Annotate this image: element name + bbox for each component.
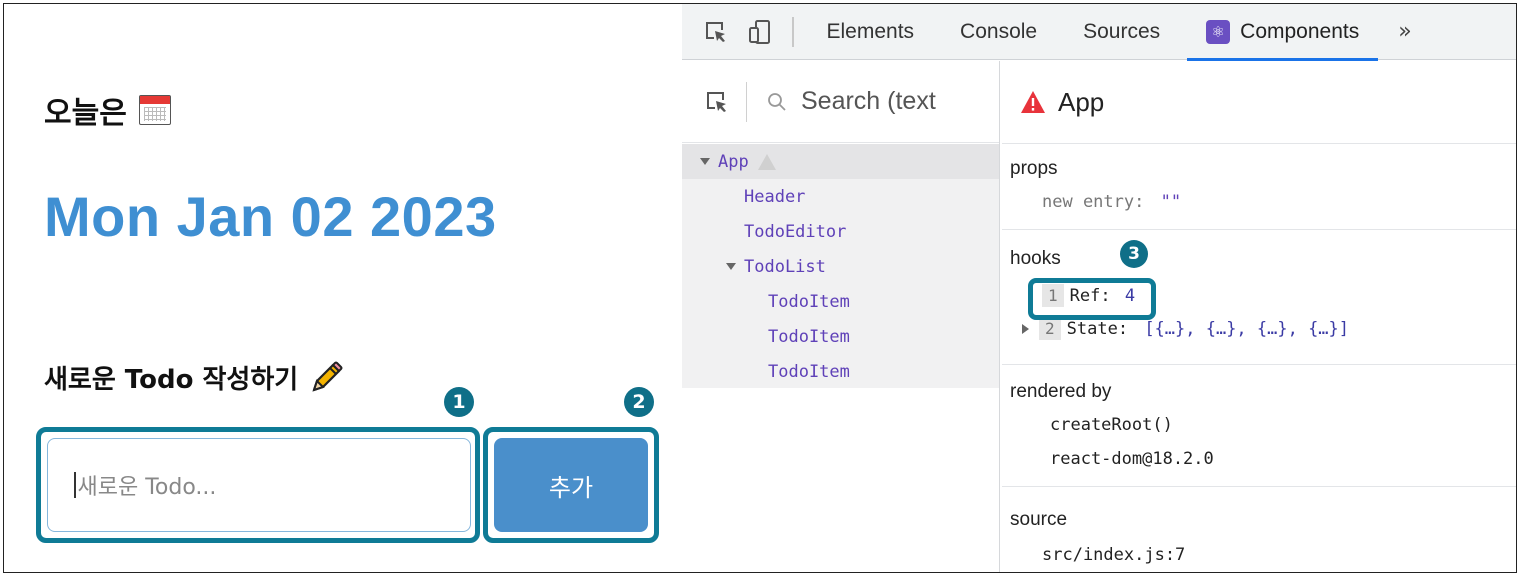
pencil-icon	[312, 361, 343, 392]
annotation-badge-1: 1	[444, 387, 474, 417]
tree-toolbar: Search (text	[682, 61, 999, 143]
today-label: 오늘은	[44, 96, 127, 131]
hook-index: 2	[1039, 317, 1061, 340]
component-tree-pane: Search (text App Header TodoEditor TodoL…	[682, 61, 1000, 572]
tree-item-app[interactable]: App	[682, 144, 999, 179]
rendered-by-section: rendered by createRoot() react-dom@18.2.…	[1002, 365, 1516, 487]
warning-icon	[757, 153, 776, 170]
hook-row-ref[interactable]: 1 Ref: 4	[1010, 284, 1516, 307]
add-button[interactable]: 추가	[494, 438, 648, 532]
text-caret	[74, 472, 76, 498]
tree-item-label: TodoEditor	[744, 221, 847, 242]
expand-arrow-icon[interactable]	[726, 263, 736, 270]
tree-item-todoitem[interactable]: TodoItem	[682, 284, 999, 319]
source-location[interactable]: src/index.js:7	[1010, 545, 1516, 565]
device-toolbar-icon[interactable]	[738, 4, 782, 60]
tree-item-label: TodoItem	[768, 326, 850, 347]
hook-key: Ref:	[1069, 286, 1111, 306]
hook-key: State:	[1066, 319, 1129, 339]
tree-item-todolist[interactable]: TodoList	[682, 249, 999, 284]
app-pane: 오늘은 Mon Jan 02 2023 새로운 Todo 작성하기 1 2 새로…	[4, 4, 682, 572]
tree-item-label: TodoItem	[768, 361, 850, 382]
hook-index: 1	[1042, 284, 1064, 307]
current-date: Mon Jan 02 2023	[44, 185, 497, 248]
tab-console[interactable]: Console	[937, 4, 1060, 60]
expand-arrow-icon[interactable]	[700, 158, 710, 165]
tab-sources[interactable]: Sources	[1060, 4, 1183, 60]
source-section: source src/index.js:7	[1002, 487, 1516, 565]
screenshot-frame: 오늘은 Mon Jan 02 2023 새로운 Todo 작성하기 1 2 새로…	[3, 3, 1517, 573]
inspector-header: App	[1002, 61, 1516, 144]
search-icon	[768, 92, 786, 111]
tree-item-label: TodoList	[744, 256, 826, 277]
hooks-section: hooks 3 1 Ref: 4 2 State: [{…}, {…}, {…}, …	[1002, 230, 1516, 365]
prop-key: new entry:	[1042, 192, 1145, 212]
hook-value: [{…}, {…}, {…}, {…}]	[1144, 319, 1350, 339]
tab-elements[interactable]: Elements	[804, 4, 938, 60]
props-section: props new entry: ""	[1002, 144, 1516, 230]
component-inspector: App props new entry: "" hooks 3 1 Ref: 4 …	[1002, 61, 1516, 572]
source-title: source	[1010, 509, 1068, 530]
rendered-by-item: react-dom@18.2.0	[1050, 449, 1214, 469]
today-heading: 오늘은	[44, 88, 171, 132]
tree-item-todoeditor[interactable]: TodoEditor	[682, 214, 999, 249]
tree-item-todoitem[interactable]: TodoItem	[682, 319, 999, 354]
editor-title-text: 새로운 Todo 작성하기	[44, 365, 299, 395]
component-search[interactable]: Search (text	[746, 81, 970, 122]
input-highlight: 새로운 Todo...	[36, 427, 480, 543]
hooks-title: hooks	[1010, 248, 1061, 269]
tree-item-header[interactable]: Header	[682, 179, 999, 214]
annotation-badge-3: 3	[1120, 240, 1148, 268]
more-tabs-icon[interactable]: »	[1382, 19, 1427, 44]
select-component-icon[interactable]	[704, 89, 730, 115]
tab-sources-label: Sources	[1083, 19, 1161, 43]
tabbar-separator	[792, 16, 794, 47]
calendar-icon	[138, 95, 171, 125]
tab-console-label: Console	[960, 19, 1038, 43]
prop-value: ""	[1160, 192, 1182, 212]
hook-value: 4	[1124, 286, 1136, 306]
selected-component-name: App	[1058, 86, 1105, 117]
inspect-element-icon[interactable]	[694, 4, 738, 60]
devtools-panel: Elements Console Sources ⚛ Components » …	[682, 4, 1516, 572]
tree-item-todoitem[interactable]: TodoItem	[682, 354, 999, 389]
component-tree: App Header TodoEditor TodoList TodoItem …	[682, 144, 999, 388]
expand-arrow-icon[interactable]	[1022, 324, 1029, 334]
warning-icon	[1021, 91, 1045, 113]
devtools-tabbar: Elements Console Sources ⚛ Components »	[682, 4, 1516, 61]
props-title: props	[1010, 158, 1058, 179]
annotation-badge-2: 2	[624, 387, 654, 417]
tab-components-label: Components	[1240, 19, 1360, 43]
tree-item-label: App	[718, 151, 749, 172]
search-placeholder: Search (text	[801, 87, 936, 115]
todo-input[interactable]: 새로운 Todo...	[47, 438, 471, 532]
tree-item-label: TodoItem	[768, 291, 850, 312]
tree-item-label: Header	[744, 186, 806, 207]
todo-input-placeholder: 새로운 Todo...	[77, 475, 217, 500]
hook-row-state[interactable]: 2 State: [{…}, {…}, {…}, {…}]	[1010, 317, 1516, 340]
editor-title: 새로운 Todo 작성하기	[44, 359, 344, 396]
rendered-by-item: createRoot()	[1050, 415, 1173, 435]
tab-components[interactable]: ⚛ Components	[1183, 4, 1382, 61]
react-logo-icon: ⚛	[1206, 19, 1231, 44]
add-button-highlight: 추가	[483, 427, 659, 543]
tab-elements-label: Elements	[826, 19, 915, 43]
rendered-by-title: rendered by	[1010, 381, 1112, 402]
prop-row[interactable]: new entry: ""	[1010, 192, 1516, 212]
